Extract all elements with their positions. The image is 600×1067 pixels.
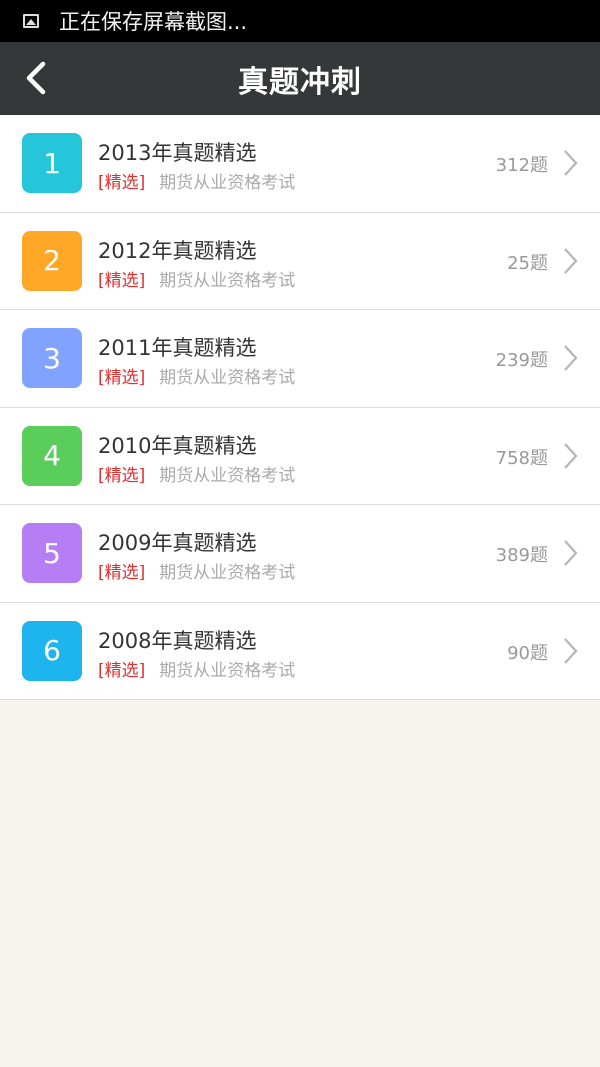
- list-item[interactable]: 6 2008年真题精选 [精选] 期货从业资格考试 90题: [0, 602, 600, 700]
- number-badge: 2: [22, 230, 82, 291]
- status-text: 正在保存屏幕截图...: [59, 10, 248, 34]
- question-count: 90题: [507, 642, 548, 664]
- item-title: 2013年真题精选: [98, 141, 257, 165]
- app-bar: 真题冲刺: [0, 42, 600, 115]
- chevron-right-icon: [564, 637, 578, 664]
- chevron-right-icon: [564, 150, 578, 176]
- question-count: 758题: [495, 447, 548, 469]
- question-count: 312题: [495, 155, 548, 176]
- item-category: 期货从业资格考试: [159, 465, 296, 486]
- item-tag: [精选]: [98, 465, 146, 486]
- list-item[interactable]: 3 2011年真题精选 [精选] 期货从业资格考试 239题: [0, 310, 600, 408]
- item-tag: [精选]: [98, 173, 146, 193]
- item-title: 2011年真题精选: [98, 336, 257, 360]
- item-subtitle: [精选] 期货从业资格考试: [98, 656, 295, 681]
- back-arrow-icon: [26, 61, 46, 95]
- number-badge: 6: [22, 620, 82, 681]
- page-title: 真题冲刺: [238, 64, 362, 100]
- item-subtitle: [精选] 期货从业资格考试: [98, 363, 295, 388]
- item-tag: [精选]: [98, 660, 146, 681]
- question-count: 25题: [507, 252, 548, 274]
- question-count: 239题: [495, 350, 548, 371]
- number-badge: 5: [22, 523, 82, 583]
- question-count: 389题: [495, 545, 548, 566]
- number-badge: 3: [22, 328, 82, 388]
- status-bar: 正在保存屏幕截图...: [0, 0, 600, 42]
- item-tag: [精选]: [98, 270, 146, 291]
- screenshot-image-icon: [23, 14, 39, 28]
- item-subtitle: [精选] 期货从业资格考试: [98, 558, 295, 583]
- chevron-right-icon: [564, 247, 578, 274]
- item-title: 2008年真题精选: [98, 628, 257, 653]
- item-category: 期货从业资格考试: [159, 173, 296, 193]
- chevron-right-icon: [564, 345, 578, 371]
- chevron-right-icon: [564, 442, 578, 469]
- back-button[interactable]: [14, 56, 58, 100]
- exam-list: 1 2013年真题精选 [精选] 期货从业资格考试 312题 2 2012年真题精…: [0, 115, 600, 700]
- list-item[interactable]: 2 2012年真题精选 [精选] 期货从业资格考试 25题: [0, 212, 600, 310]
- item-category: 期货从业资格考试: [159, 563, 296, 583]
- number-badge: 1: [22, 133, 82, 193]
- item-title: 2009年真题精选: [98, 531, 257, 555]
- chevron-right-icon: [564, 540, 578, 566]
- item-tag: [精选]: [98, 563, 146, 583]
- list-item[interactable]: 5 2009年真题精选 [精选] 期货从业资格考试 389题: [0, 505, 600, 603]
- item-title: 2012年真题精选: [98, 238, 257, 263]
- item-title: 2010年真题精选: [98, 433, 257, 458]
- list-item[interactable]: 1 2013年真题精选 [精选] 期货从业资格考试 312题: [0, 115, 600, 213]
- item-category: 期货从业资格考试: [159, 660, 296, 681]
- item-tag: [精选]: [98, 368, 146, 388]
- item-category: 期货从业资格考试: [159, 270, 296, 291]
- item-subtitle: [精选] 期货从业资格考试: [98, 461, 295, 486]
- list-item[interactable]: 4 2010年真题精选 [精选] 期货从业资格考试 758题: [0, 407, 600, 505]
- item-category: 期货从业资格考试: [159, 368, 296, 388]
- number-badge: 4: [22, 425, 82, 486]
- item-subtitle: [精选] 期货从业资格考试: [98, 266, 295, 291]
- item-subtitle: [精选] 期货从业资格考试: [98, 168, 295, 193]
